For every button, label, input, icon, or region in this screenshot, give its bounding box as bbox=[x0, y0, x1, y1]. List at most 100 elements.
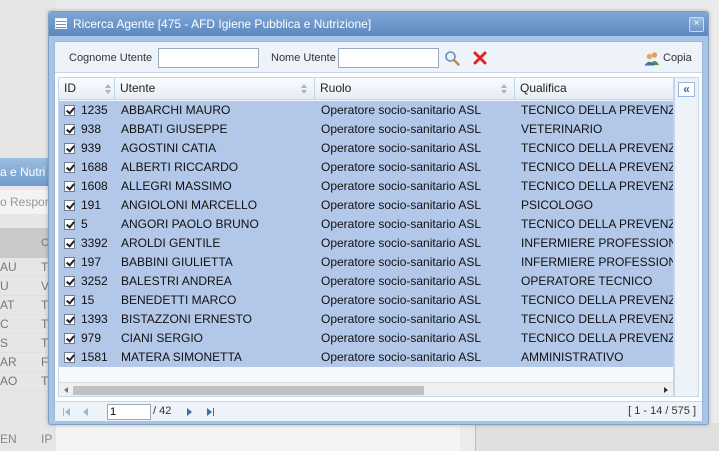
cell-id: 1688 bbox=[81, 160, 108, 174]
table-row[interactable]: 1581 MATERA SIMONETTA Operatore socio-sani… bbox=[59, 348, 673, 367]
cell-id: 938 bbox=[81, 122, 102, 136]
cell-ruolo: Operatore socio-sanitario ASL bbox=[321, 293, 482, 307]
agents-grid: ID Utente Ruolo Qualifica 1235 ABBARCHI M… bbox=[58, 77, 674, 397]
row-checkbox[interactable] bbox=[64, 295, 75, 306]
cell-ruolo: Operatore socio-sanitario ASL bbox=[321, 122, 482, 136]
background-list-cell: AO bbox=[0, 374, 18, 388]
page-total: / 42 bbox=[153, 405, 172, 417]
cell-id: 3392 bbox=[81, 236, 108, 250]
first-page-icon[interactable] bbox=[63, 408, 71, 416]
cell-ruolo: Operatore socio-sanitario ASL bbox=[321, 179, 482, 193]
search-toolbar: Cognome Utente Nome Utente Copia bbox=[55, 42, 702, 73]
background-subheader-label: o Respor bbox=[0, 195, 49, 209]
record-range: [ 1 - 14 / 575 ] bbox=[628, 405, 696, 417]
nome-input[interactable] bbox=[338, 48, 439, 68]
column-header-ruolo[interactable]: Ruolo bbox=[315, 78, 515, 100]
table-row[interactable]: 3252 BALESTRI ANDREA Operatore socio-sanit… bbox=[59, 272, 673, 291]
table-row[interactable]: 191 ANGIOLONI MARCELLO Operatore socio-san… bbox=[59, 196, 673, 215]
cell-ruolo: Operatore socio-sanitario ASL bbox=[321, 331, 482, 345]
cell-utente: ANGORI PAOLO BRUNO bbox=[121, 217, 259, 231]
row-checkbox[interactable] bbox=[64, 238, 75, 249]
row-checkbox[interactable] bbox=[64, 143, 75, 154]
cognome-input[interactable] bbox=[158, 48, 259, 68]
users-icon bbox=[644, 52, 659, 66]
cell-utente: MATERA SIMONETTA bbox=[121, 350, 242, 364]
row-checkbox[interactable] bbox=[64, 105, 75, 116]
table-row[interactable]: 1608 ALLEGRI MASSIMO Operatore socio-sanit… bbox=[59, 177, 673, 196]
cell-qualifica: TECNICO DELLA PREVENZ bbox=[521, 312, 673, 326]
expand-panel-button[interactable]: « bbox=[678, 82, 695, 97]
sort-icon bbox=[301, 84, 308, 94]
column-header-id[interactable]: ID bbox=[59, 78, 115, 100]
cell-id: 1608 bbox=[81, 179, 108, 193]
row-checkbox[interactable] bbox=[64, 257, 75, 268]
background-list-cell: S bbox=[0, 336, 9, 350]
row-checkbox[interactable] bbox=[64, 200, 75, 211]
close-button[interactable]: × bbox=[689, 17, 704, 32]
cell-id: 1581 bbox=[81, 350, 108, 364]
table-row[interactable]: 5 ANGORI PAOLO BRUNO Operatore socio-sanit… bbox=[59, 215, 673, 234]
table-row[interactable]: 938 ABBATI GIUSEPPE Operatore socio-sanita… bbox=[59, 120, 673, 139]
cell-ruolo: Operatore socio-sanitario ASL bbox=[321, 255, 482, 269]
dialog-titlebar[interactable]: Ricerca Agente [475 - AFD Igiene Pubblic… bbox=[49, 12, 708, 36]
row-checkbox[interactable] bbox=[64, 181, 75, 192]
dialog-body: Cognome Utente Nome Utente Copia ID Uten… bbox=[54, 41, 703, 421]
row-checkbox[interactable] bbox=[64, 352, 75, 363]
cell-id: 1393 bbox=[81, 312, 108, 326]
next-page-icon[interactable] bbox=[187, 408, 195, 416]
row-checkbox[interactable] bbox=[64, 333, 75, 344]
cognome-label: Cognome Utente bbox=[69, 52, 153, 64]
row-checkbox[interactable] bbox=[64, 162, 75, 173]
copia-label: Copia bbox=[663, 52, 692, 64]
background-list-cell: C bbox=[0, 317, 9, 331]
table-row[interactable]: 1393 BISTAZZONI ERNESTO Operatore socio-sa… bbox=[59, 310, 673, 329]
scroll-left-icon[interactable] bbox=[64, 387, 68, 393]
column-header-utente-label: Utente bbox=[120, 81, 156, 95]
prev-page-icon[interactable] bbox=[83, 408, 91, 416]
cell-id: 939 bbox=[81, 141, 102, 155]
cell-ruolo: Operatore socio-sanitario ASL bbox=[321, 103, 482, 117]
side-panel-collapsed: « bbox=[674, 77, 699, 397]
scroll-right-icon[interactable] bbox=[664, 387, 668, 393]
row-checkbox[interactable] bbox=[64, 314, 75, 325]
grid-rows: 1235 ABBARCHI MAURO Operatore socio-sanita… bbox=[59, 101, 673, 367]
cell-id: 979 bbox=[81, 331, 102, 345]
cell-id: 3252 bbox=[81, 274, 108, 288]
table-row[interactable]: 3392 AROLDI GENTILE Operatore socio-sanita… bbox=[59, 234, 673, 253]
background-bottom-label-b: IP bbox=[41, 432, 53, 446]
horizontal-scrollbar[interactable] bbox=[59, 382, 673, 396]
table-row[interactable]: 979 CIANI SERGIO Operatore socio-sanitario… bbox=[59, 329, 673, 348]
cell-qualifica: PSICOLOGO bbox=[521, 198, 594, 212]
background-list-cell: AR bbox=[0, 355, 17, 369]
page-number-input[interactable] bbox=[107, 404, 151, 420]
cell-ruolo: Operatore socio-sanitario ASL bbox=[321, 236, 482, 250]
column-header-utente[interactable]: Utente bbox=[115, 78, 315, 100]
search-icon[interactable] bbox=[444, 50, 460, 66]
background-right-panel bbox=[475, 423, 719, 451]
cell-ruolo: Operatore socio-sanitario ASL bbox=[321, 312, 482, 326]
background-list-cell: AU bbox=[0, 260, 17, 274]
table-row[interactable]: 1688 ALBERTI RICCARDO Operatore socio-sani… bbox=[59, 158, 673, 177]
cell-qualifica: INFERMIERE PROFESSION bbox=[521, 255, 673, 269]
table-row[interactable]: 197 BABBINI GIULIETTA Operatore socio-sani… bbox=[59, 253, 673, 272]
row-checkbox[interactable] bbox=[64, 276, 75, 287]
background-tab-label: a e Nutri bbox=[0, 165, 46, 179]
table-row[interactable]: 1235 ABBARCHI MAURO Operatore socio-sanita… bbox=[59, 101, 673, 120]
table-row[interactable]: 15 BENEDETTI MARCO Operatore socio-sanitar… bbox=[59, 291, 673, 310]
cell-utente: ABBATI GIUSEPPE bbox=[121, 122, 228, 136]
table-row[interactable]: 939 AGOSTINI CATIA Operatore socio-sanitar… bbox=[59, 139, 673, 158]
cell-qualifica: AMMINISTRATIVO bbox=[521, 350, 624, 364]
cell-qualifica: TECNICO DELLA PREVENZ bbox=[521, 179, 673, 193]
cell-id: 197 bbox=[81, 255, 102, 269]
background-list-cell: U bbox=[0, 279, 9, 293]
column-header-qualifica[interactable]: Qualifica bbox=[515, 78, 673, 100]
nome-label: Nome Utente bbox=[271, 52, 336, 64]
clear-icon[interactable] bbox=[472, 50, 488, 66]
cell-utente: BABBINI GIULIETTA bbox=[121, 255, 233, 269]
row-checkbox[interactable] bbox=[64, 219, 75, 230]
cell-qualifica: TECNICO DELLA PREVENZ bbox=[521, 141, 673, 155]
last-page-icon[interactable] bbox=[207, 408, 215, 416]
cell-utente: ALLEGRI MASSIMO bbox=[121, 179, 232, 193]
row-checkbox[interactable] bbox=[64, 124, 75, 135]
scrollbar-thumb[interactable] bbox=[73, 386, 424, 395]
